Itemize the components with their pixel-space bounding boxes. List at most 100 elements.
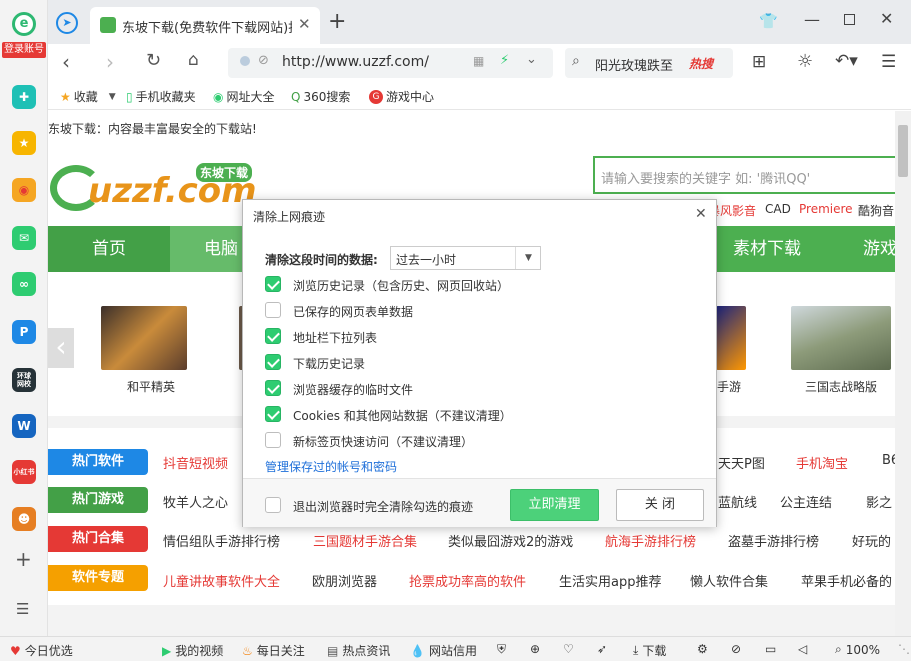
login-button[interactable]: 登录账号	[2, 42, 46, 58]
row2-item-r1[interactable]: 蓝航线	[718, 492, 757, 511]
nav-games[interactable]: 游戏	[860, 226, 895, 272]
forward-icon[interactable]: ›	[106, 50, 114, 74]
new-tab-button[interactable]: +	[328, 9, 346, 34]
camera-off-icon[interactable]: ⊘	[258, 53, 269, 68]
word-icon[interactable]: W	[12, 414, 36, 438]
back-icon[interactable]: ‹	[62, 50, 70, 74]
bookmark-360search[interactable]: Q 360搜索	[291, 88, 350, 105]
row3-item-4[interactable]: 航海手游排行榜	[605, 531, 696, 550]
row3-item-6[interactable]: 好玩的	[852, 531, 891, 550]
apps-grid-icon[interactable]: ⊞	[752, 52, 766, 72]
security-icon[interactable]	[240, 56, 250, 66]
row4-item-5[interactable]: 懒人软件合集	[690, 571, 768, 590]
game-name-1[interactable]: 和平精英	[127, 378, 175, 395]
site-search-input[interactable]: 请输入要搜索的关键字 如: '腾讯QQ'	[593, 156, 895, 194]
row4-item-2[interactable]: 欧朋浏览器	[312, 571, 377, 590]
undo-icon[interactable]: ↶▾	[835, 51, 858, 71]
checkbox-clear-on-exit[interactable]	[265, 497, 281, 513]
game-thumb-3[interactable]	[716, 306, 746, 370]
row3-item-1[interactable]: 情侣组队手游排行榜	[163, 531, 280, 550]
game-name-3[interactable]: 三国志战略版	[805, 378, 877, 395]
game-thumb-4[interactable]	[791, 306, 891, 370]
status-daily-focus[interactable]: ♨ 每日关注	[242, 642, 305, 659]
add-icon[interactable]: +	[15, 547, 32, 571]
status-site-credit[interactable]: 💧 网站信用	[410, 642, 477, 659]
screen-icon[interactable]: ▭	[765, 642, 776, 656]
ie-logo-icon[interactable]: e	[12, 12, 36, 36]
page-scrollbar[interactable]	[895, 111, 911, 636]
row4-item-4[interactable]: 生活实用app推荐	[559, 571, 661, 590]
home-icon[interactable]: ⌂	[188, 50, 199, 70]
ip-app-icon[interactable]: P	[12, 320, 36, 344]
qr-icon[interactable]: ▦	[473, 54, 484, 68]
xiaohongshu-icon[interactable]: 小红书	[12, 460, 36, 484]
status-zoom[interactable]: ⌕ 100%	[835, 642, 880, 657]
status-hot-news[interactable]: ▤ 热点资讯	[327, 642, 390, 659]
lightning-icon[interactable]: ⚡	[500, 53, 509, 68]
window-close-icon[interactable]: ✕	[880, 9, 893, 28]
hot-link-4[interactable]: 酷狗音	[858, 202, 894, 219]
mute-icon[interactable]: ◁	[798, 642, 807, 656]
rocket-icon[interactable]: ➶	[597, 642, 607, 656]
row4-item-6[interactable]: 苹果手机必备的	[801, 571, 892, 590]
cat-software-topics[interactable]: 软件专题	[48, 565, 148, 591]
row2-item-left[interactable]: 牧羊人之心	[163, 492, 228, 511]
star-icon[interactable]: ★	[12, 131, 36, 155]
dialog-close-button[interactable]: 关 闭	[616, 489, 704, 521]
checkbox-form-data[interactable]	[265, 302, 281, 318]
row3-item-3[interactable]: 类似最囧游戏2的游戏	[448, 531, 573, 550]
checkbox-newtab-quick[interactable]	[265, 432, 281, 448]
row3-item-5[interactable]: 盗墓手游排行榜	[728, 531, 819, 550]
checkbox-cookies[interactable]	[265, 406, 281, 422]
row1-item-r1[interactable]: 天天P图	[718, 453, 765, 472]
row2-item-r3[interactable]: 影之	[866, 492, 892, 511]
mail-icon[interactable]: ✉	[12, 226, 36, 250]
nav-materials[interactable]: 素材下载	[717, 226, 817, 272]
cat-hot-software[interactable]: 热门软件	[48, 449, 148, 475]
pulse-icon[interactable]: ♡	[563, 642, 574, 656]
settings-icon[interactable]: ⚙	[697, 642, 708, 656]
checkbox-address-dropdown[interactable]	[265, 328, 281, 344]
maximize-icon[interactable]	[844, 14, 855, 25]
address-dropdown-icon[interactable]: ⌄	[526, 52, 537, 67]
checkbox-download-history[interactable]	[265, 354, 281, 370]
status-my-videos[interactable]: ▶ 我的视频	[162, 642, 223, 659]
cat-hot-collections[interactable]: 热门合集	[48, 526, 148, 552]
status-download[interactable]: ⤓ 下载	[633, 642, 666, 659]
refresh-icon[interactable]: ↻	[146, 50, 161, 71]
plus-app-icon[interactable]: ✚	[12, 85, 36, 109]
url-text[interactable]: http://www.uzzf.com/	[282, 54, 429, 70]
search-text[interactable]: 阳光玫瑰跌至	[595, 55, 675, 74]
row1-item-r3[interactable]: B6	[882, 453, 895, 468]
translate-icon[interactable]: ⊘	[731, 642, 741, 656]
carousel-prev-icon[interactable]: ‹	[48, 328, 74, 368]
row1-item-r2[interactable]: 手机淘宝	[796, 453, 848, 472]
search-box[interactable]: ⌕ 阳光玫瑰跌至 热搜	[565, 48, 733, 78]
row4-item-1[interactable]: 儿童讲故事软件大全	[163, 571, 280, 590]
row3-item-2[interactable]: 三国题材手游合集	[313, 531, 417, 550]
manage-passwords-link[interactable]: 管理保存过的帐号和密码	[265, 458, 397, 475]
scrollbar-thumb[interactable]	[898, 125, 908, 177]
cat-hot-games[interactable]: 热门游戏	[48, 487, 148, 513]
range-select[interactable]: 过去一小时 ▼	[390, 246, 541, 270]
bookmark-sites[interactable]: ◉ 网址大全	[213, 88, 275, 105]
site-logo[interactable]: uzzf.com 东坡下载	[50, 159, 260, 217]
edu-app-icon[interactable]: 环球 网校	[12, 368, 36, 392]
weibo-icon[interactable]: ◉	[12, 178, 36, 202]
gamepad-icon[interactable]: ⊕	[530, 642, 540, 656]
row1-item-left[interactable]: 抖音短视频	[163, 453, 228, 472]
menu-list-icon[interactable]: ☰	[16, 600, 29, 618]
tab-active[interactable]: 东坡下载(免费软件下载网站)打 ✕	[90, 7, 320, 44]
row4-item-3[interactable]: 抢票成功率高的软件	[409, 571, 526, 590]
minimize-icon[interactable]: —	[804, 10, 820, 29]
checkbox-cache[interactable]	[265, 380, 281, 396]
skin-icon[interactable]: 👕	[759, 12, 778, 30]
link-app-icon[interactable]: ∞	[12, 272, 36, 296]
brightness-icon[interactable]: ☼	[797, 51, 813, 72]
clear-now-button[interactable]: 立即清理	[510, 489, 599, 521]
row2-item-r2[interactable]: 公主连结	[780, 492, 832, 511]
game-name-2[interactable]: 手游	[717, 378, 741, 395]
game-app-icon[interactable]: ☻	[12, 507, 36, 531]
hot-link-3[interactable]: Premiere	[799, 202, 853, 216]
tab-close-icon[interactable]: ✕	[298, 15, 311, 33]
